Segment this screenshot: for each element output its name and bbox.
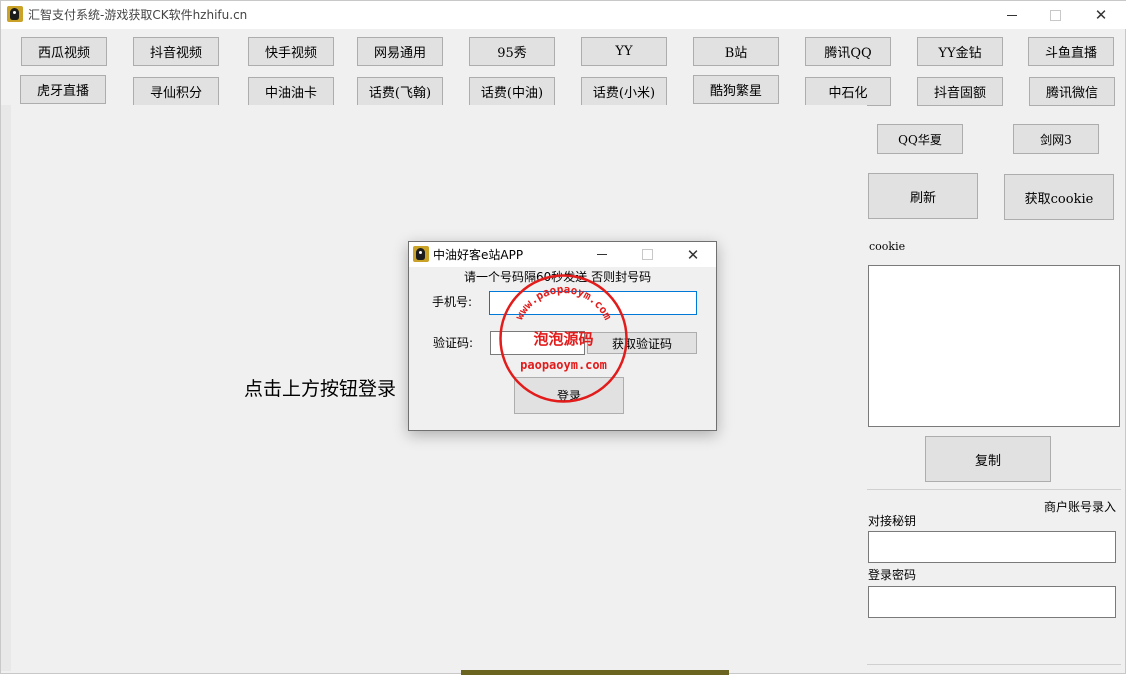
merchant-group-title: 商户账号录入: [1041, 498, 1120, 515]
password-label: 登录密码: [868, 568, 917, 582]
platform-button-yy[interactable]: YY: [581, 37, 667, 66]
merchant-group-border: [867, 489, 1121, 490]
platform-button-huya[interactable]: 虎牙直播: [20, 75, 106, 104]
dialog-title-bar: 中油好客e站APP ✕: [409, 242, 716, 267]
platform-button-xigua[interactable]: 西瓜视频: [21, 37, 107, 66]
secret-input[interactable]: [868, 531, 1116, 563]
platform-button-kugou[interactable]: 酷狗繁星: [693, 75, 779, 104]
platform-button-douyu[interactable]: 斗鱼直播: [1028, 37, 1114, 66]
app-logo-icon: [7, 6, 23, 22]
dialog-logo-icon: [413, 246, 429, 262]
platform-button-netease[interactable]: 网易通用: [357, 37, 443, 66]
get-cookie-button[interactable]: 获取cookie: [1004, 174, 1114, 220]
dialog-maximize-icon: [624, 242, 670, 267]
code-input[interactable]: [490, 331, 585, 355]
window-title: 汇智支付系统-游戏获取CK软件hzhifu.cn: [28, 8, 248, 22]
platform-button-phone-zhongyou[interactable]: 话费(中油): [469, 77, 555, 106]
platform-button-douyin-fixed[interactable]: 抖音固额: [917, 77, 1003, 106]
platform-button-kuaishou[interactable]: 快手视频: [248, 37, 334, 66]
password-input[interactable]: [868, 586, 1116, 618]
platform-button-xunxian[interactable]: 寻仙积分: [133, 77, 219, 106]
dialog-close-icon[interactable]: ✕: [670, 242, 716, 267]
platform-button-bilibili[interactable]: B站: [693, 37, 779, 66]
title-bar: 汇智支付系统-游戏获取CK软件hzhifu.cn ✕: [1, 1, 1126, 29]
platform-button-sinopec[interactable]: 中石化: [805, 77, 891, 106]
platform-button-95xiu[interactable]: 95秀: [469, 37, 555, 66]
copy-button[interactable]: 复制: [925, 436, 1051, 482]
qq-huaxia-button[interactable]: QQ华夏: [877, 124, 963, 154]
phone-input[interactable]: [489, 291, 697, 315]
jianwang3-button[interactable]: 剑网3: [1013, 124, 1099, 154]
code-label: 验证码:: [433, 336, 474, 350]
cookie-label: cookie: [869, 240, 906, 253]
platform-button-tencent-qq[interactable]: 腾讯QQ: [805, 37, 891, 66]
dialog-minimize-icon[interactable]: [579, 242, 625, 267]
platform-button-wechat[interactable]: 腾讯微信: [1029, 77, 1115, 106]
cookie-textarea[interactable]: [868, 265, 1120, 427]
platform-button-phone-feihan[interactable]: 话费(飞翰): [357, 77, 443, 106]
maximize-icon: [1032, 1, 1078, 29]
close-icon[interactable]: ✕: [1078, 1, 1124, 29]
platform-button-zhongyou-card[interactable]: 中油油卡: [248, 77, 334, 106]
refresh-button[interactable]: 刷新: [868, 173, 978, 219]
platform-button-douyin[interactable]: 抖音视频: [133, 37, 219, 66]
get-code-button[interactable]: 获取验证码: [587, 332, 697, 354]
background-strip: [461, 670, 729, 675]
dialog-title: 中油好客e站APP: [433, 248, 524, 262]
secret-label: 对接秘钥: [868, 514, 917, 528]
platform-button-yy-jinzuan[interactable]: YY金钻: [917, 37, 1003, 66]
dialog-notice: 请一个号码隔60秒发送 否则封号码: [464, 270, 652, 284]
content-edge: [1, 105, 11, 671]
minimize-icon[interactable]: [989, 1, 1035, 29]
phone-label: 手机号:: [432, 295, 473, 309]
panel-divider: [867, 664, 1121, 665]
login-hint: 点击上方按钮登录: [244, 378, 397, 400]
login-dialog: 中油好客e站APP ✕ 请一个号码隔60秒发送 否则封号码 手机号: 验证码: …: [408, 241, 717, 431]
login-button[interactable]: 登录: [514, 377, 624, 414]
platform-button-phone-xiaomi[interactable]: 话费(小米): [581, 77, 667, 106]
